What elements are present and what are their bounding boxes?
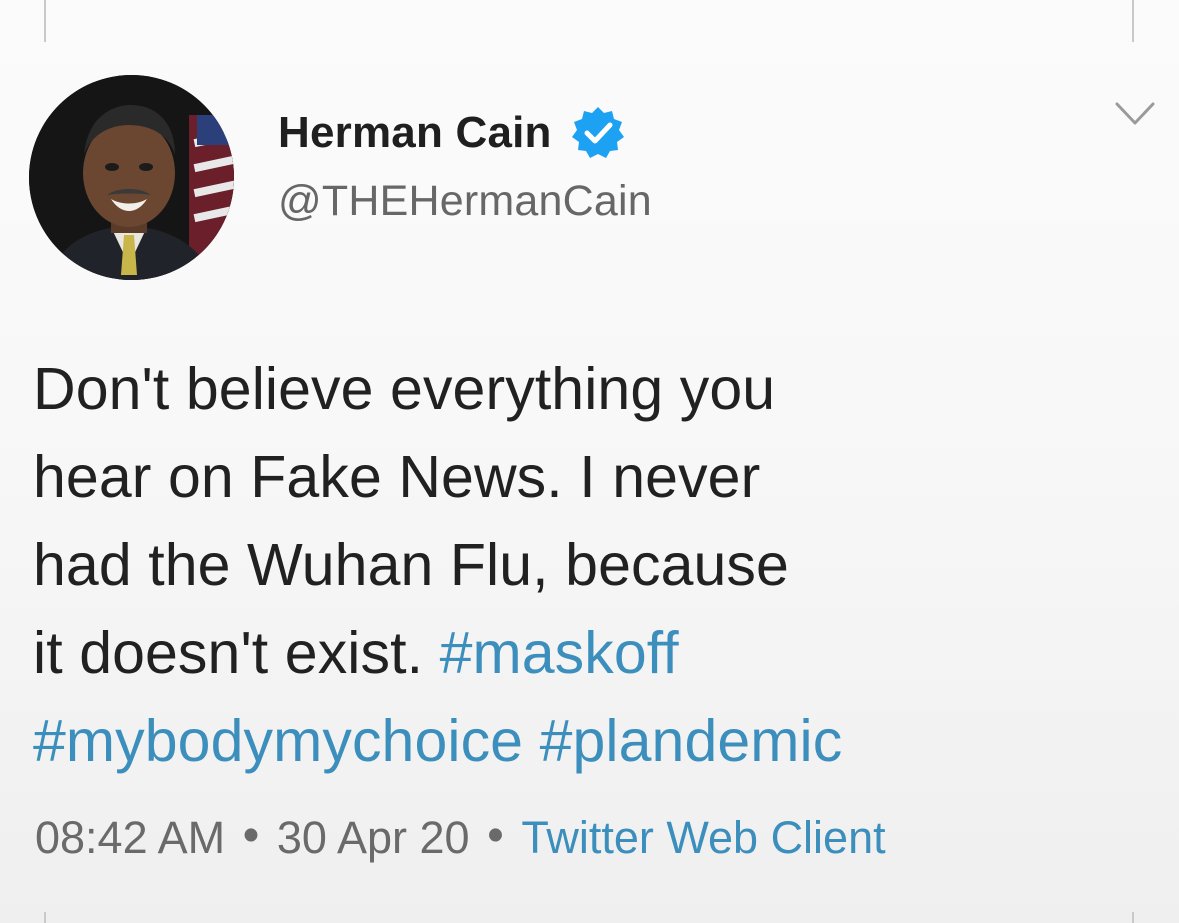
tweet-text-line-with-hashtag: it doesn't exist. #maskoff — [33, 609, 1133, 697]
flag-graphic — [189, 115, 234, 275]
tweet-date: 30 Apr 20 — [276, 812, 470, 863]
tweet-text-segment: it doesn't exist. — [33, 620, 440, 686]
display-name-row: Herman Cain — [278, 103, 652, 163]
verified-badge-icon — [571, 107, 624, 158]
hashtag-link[interactable]: #mybodymychoice — [33, 708, 523, 774]
tweet-metadata: 08:42 AM • 30 Apr 20 • Twitter Web Clien… — [35, 809, 886, 864]
avatar[interactable] — [29, 75, 234, 280]
tweet-card: Herman Cain @THEHermanCain Don't believe… — [0, 0, 1179, 923]
hashtag-link[interactable]: #maskoff — [440, 620, 679, 686]
hashtag-link[interactable]: #plandemic — [540, 708, 843, 774]
tweet-text: Don't believe everything you hear on Fak… — [33, 345, 1133, 785]
tweet-time: 08:42 AM — [35, 812, 226, 863]
tweet-text-line: Don't believe everything you — [33, 356, 776, 422]
tweet-source-link[interactable]: Twitter Web Client — [521, 812, 885, 864]
hashtag-line: #mybodymychoice #plandemic — [33, 697, 1133, 785]
display-name[interactable]: Herman Cain — [278, 108, 552, 158]
tweet-header: Herman Cain @THEHermanCain — [278, 103, 652, 226]
chevron-down-icon[interactable] — [1114, 101, 1156, 127]
avatar-photo — [29, 75, 234, 280]
separator-dot: • — [243, 809, 259, 860]
tweet-text-line: hear on Fake News. I never — [33, 444, 761, 510]
tweet-text-line: had the Wuhan Flu, because — [33, 532, 789, 598]
separator-dot: • — [487, 809, 504, 860]
user-handle[interactable]: @THEHermanCain — [278, 177, 652, 226]
